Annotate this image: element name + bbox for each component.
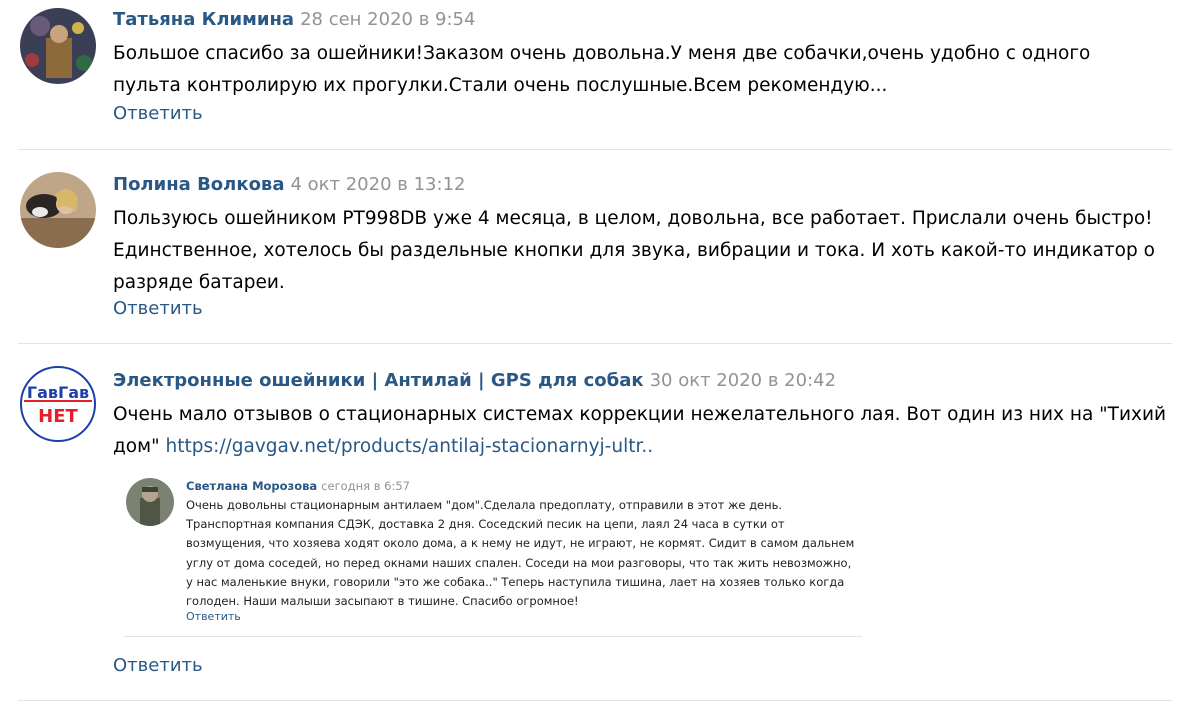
embedded-text-line: возмущения, что хозяева ходят около дома… [186,536,855,551]
author-name[interactable]: Электронные ошейники | Антилай | GPS для… [113,370,644,391]
logo-top-text: ГавГав [27,383,89,402]
comment-text-line: пульта контролирую их прогулки.Стали оче… [113,75,888,96]
embedded-review-screenshot[interactable]: Светлана Морозова сегодня в 6:57 Очень до… [124,472,862,638]
embedded-text-line: Очень довольны стационарным антилаем "до… [186,498,783,512]
avatar-gavgav-logo[interactable]: ГавГав НЕТ [20,366,96,442]
embedded-text-line: у нас маленькие внуки, говорили "это же … [186,574,845,589]
avatar-polina[interactable] [20,172,96,248]
embedded-text-line: Транспортная компания СДЭК, доставка 2 д… [186,517,785,532]
comment-text-line: Большое спасибо за ошейники!Заказом очен… [113,43,1091,64]
embedded-reply-label: Ответить [186,610,241,623]
comment-text-line: Единственное, хотелось бы раздельные кно… [113,240,1155,261]
comment-text: Очень мало отзывов о стационарных систем… [113,399,1180,463]
divider [18,149,1172,150]
product-link[interactable]: https://gavgav.net/products/antilaj-stac… [165,436,653,457]
comment-meta: Электронные ошейники | Антилай | GPS для… [113,369,1180,393]
comment-text-line: Очень мало отзывов о стационарных систем… [113,404,1167,425]
reply-button[interactable]: Ответить [113,102,203,126]
avatar-svetlana [126,478,174,526]
comment-date[interactable]: 4 окт 2020 в 13:12 [290,174,465,195]
embedded-text-line: углу от дома соседей, но перед окнами на… [186,555,852,570]
logo-bottom-text: НЕТ [38,406,78,427]
embedded-author-name: Светлана Морозова [186,479,318,493]
avatar-tatyana[interactable] [20,8,96,84]
reply-button[interactable]: Ответить [113,654,203,678]
comment-text-line: Пользуюсь ошейником PT998DB уже 4 месяца… [113,208,1153,229]
comment-text: Большое спасибо за ошейники!Заказом очен… [113,38,1180,102]
comment-meta: Полина Волкова 4 окт 2020 в 13:12 [113,173,1180,197]
comment-date[interactable]: 28 сен 2020 в 9:54 [300,9,475,30]
divider [18,343,1172,344]
embedded-text-line: голоден. Наши малыши засыпают в тишине. … [186,594,579,609]
comment-meta: Татьяна Климина 28 сен 2020 в 9:54 [113,8,1180,32]
embedded-meta: Светлана Морозова сегодня в 6:57 [186,479,410,493]
author-name[interactable]: Татьяна Климина [113,9,294,30]
comment-date[interactable]: 30 окт 2020 в 20:42 [650,370,836,391]
comment-text-fragment: дом" [113,436,160,457]
author-name[interactable]: Полина Волкова [113,174,284,195]
embedded-text: Очень довольны стационарным антилаем "до… [186,496,856,611]
reply-button[interactable]: Ответить [113,297,203,321]
embedded-date: сегодня в 6:57 [321,479,410,493]
embedded-divider [124,636,862,637]
comment-text: Пользуюсь ошейником PT998DB уже 4 месяца… [113,203,1180,299]
divider [18,700,1172,701]
comment-text-line: дом" https://gavgav.net/products/antilaj… [113,431,1180,463]
comment-text-line: разряде батареи. [113,272,285,293]
